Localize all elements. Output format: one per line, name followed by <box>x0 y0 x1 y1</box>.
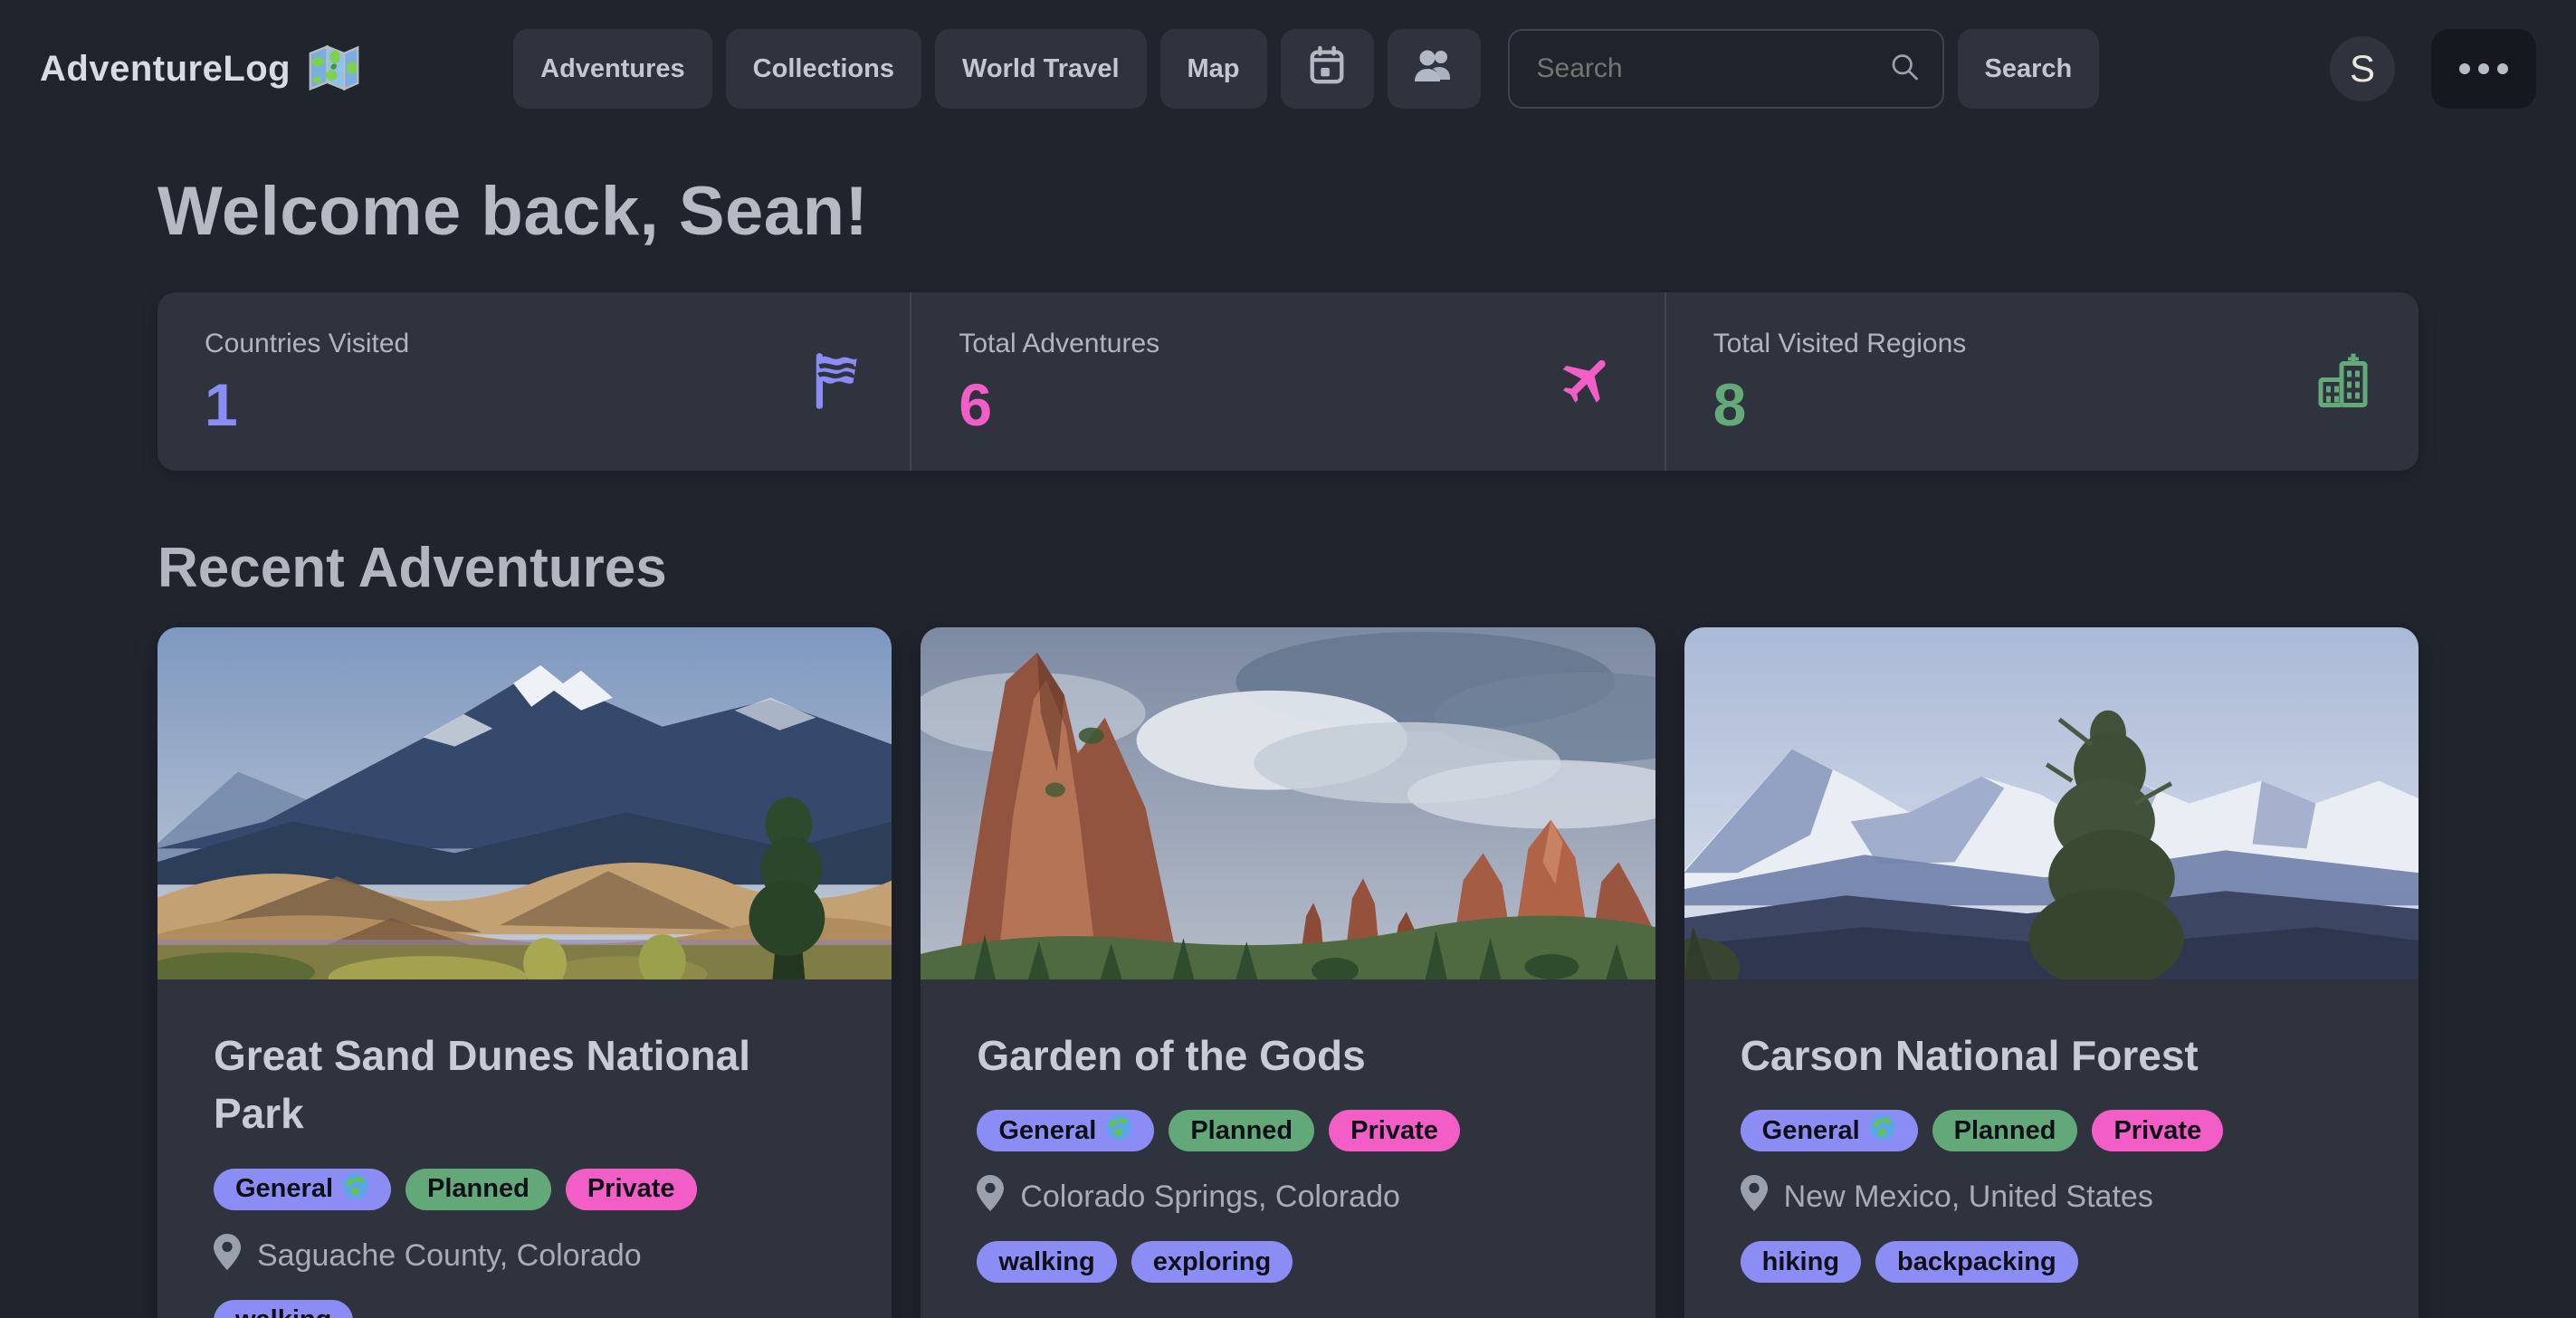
adventure-photo-dunes <box>157 627 892 979</box>
users-button[interactable] <box>1388 29 1481 109</box>
adventure-card-carson-national-forest[interactable]: Carson National Forest General <box>1684 627 2419 1318</box>
section-heading: Recent Adventures <box>157 536 2419 600</box>
app-logo[interactable]: AdventureLog <box>40 42 361 97</box>
location-pin-icon <box>214 1234 241 1278</box>
adventure-title: Garden of the Gods <box>977 1027 1598 1084</box>
nav-world-travel-button[interactable]: World Travel <box>935 29 1147 109</box>
stat-label: Total Visited Regions <box>1713 329 2371 359</box>
location-pin-icon <box>977 1175 1004 1219</box>
nav-map-button[interactable]: Map <box>1160 29 1267 109</box>
plane-icon <box>1558 349 1617 414</box>
activity-tag: hiking <box>1741 1241 1861 1283</box>
stat-value: 8 <box>1713 370 2371 439</box>
page-title: Welcome back, Sean! <box>157 172 2419 251</box>
ellipsis-icon <box>2459 63 2508 74</box>
adventure-title: Carson National Forest <box>1741 1027 2362 1084</box>
badge-private: Private <box>2092 1110 2223 1151</box>
search-button[interactable]: Search <box>1958 29 2100 109</box>
location-row: Saguache County, Colorado <box>214 1234 835 1278</box>
badge-general: General <box>1741 1110 1918 1151</box>
stat-countries-visited: Countries Visited 1 <box>157 292 910 471</box>
badge-private: Private <box>1329 1110 1460 1151</box>
badge-planned: Planned <box>405 1169 551 1210</box>
card-body: Great Sand Dunes National Park General <box>157 979 892 1318</box>
card-body: Garden of the Gods General <box>921 979 1655 1318</box>
stat-total-visited-regions: Total Visited Regions 8 <box>1665 292 2419 471</box>
badge-general: General <box>214 1169 391 1210</box>
stat-label: Countries Visited <box>205 329 863 359</box>
stats-panel: Countries Visited 1 Total Adventures 6 <box>157 292 2419 471</box>
location-text: New Mexico, United States <box>1784 1180 2153 1215</box>
activity-tag: walking <box>977 1241 1116 1283</box>
adventure-photo-carson <box>1684 627 2419 979</box>
nav-collections-button[interactable]: Collections <box>726 29 921 109</box>
map-logo-icon <box>307 42 361 97</box>
badge-row: General Planned Private <box>977 1110 1598 1151</box>
badge-planned: Planned <box>1932 1110 2078 1151</box>
tag-row: hiking backpacking <box>1741 1241 2362 1283</box>
avatar[interactable]: S <box>2330 36 2395 101</box>
stat-total-adventures: Total Adventures 6 <box>910 292 1664 471</box>
adventure-card-great-sand-dunes[interactable]: Great Sand Dunes National Park General <box>157 627 892 1318</box>
tag-row: walking exploring <box>977 1241 1598 1283</box>
globe-icon <box>342 1172 369 1207</box>
activity-tag: exploring <box>1131 1241 1293 1283</box>
badge-general: General <box>977 1110 1154 1151</box>
adventure-card-garden-of-the-gods[interactable]: Garden of the Gods General <box>921 627 1655 1318</box>
search-input[interactable] <box>1508 29 1944 109</box>
calendar-button[interactable] <box>1281 29 1374 109</box>
globe-icon <box>1105 1113 1132 1148</box>
search-icon <box>1888 51 1921 88</box>
stat-value: 6 <box>959 370 1617 439</box>
location-pin-icon <box>1741 1175 1768 1219</box>
badge-row: General Planned Private <box>1741 1110 2362 1151</box>
location-text: Colorado Springs, Colorado <box>1020 1180 1400 1215</box>
globe-icon <box>1869 1113 1896 1148</box>
adventure-photo-garden <box>921 627 1655 979</box>
city-icon <box>2314 349 2371 415</box>
activity-tag: walking <box>214 1300 353 1318</box>
navbar: AdventureLog Adventures Collections Worl… <box>0 0 2576 138</box>
activity-tag: backpacking <box>1875 1241 2078 1283</box>
adventure-card-grid: Great Sand Dunes National Park General <box>157 627 2419 1318</box>
app-title: AdventureLog <box>40 49 291 90</box>
location-text: Saguache County, Colorado <box>257 1238 642 1274</box>
badge-planned: Planned <box>1169 1110 1314 1151</box>
stat-label: Total Adventures <box>959 329 1617 359</box>
overflow-menu-button[interactable] <box>2431 29 2536 109</box>
adventure-title: Great Sand Dunes National Park <box>214 1027 835 1143</box>
main-content: Welcome back, Sean! Countries Visited 1 … <box>0 172 2576 1318</box>
tag-row: walking <box>214 1300 835 1318</box>
calendar-icon <box>1308 45 1346 92</box>
flag-icon <box>810 350 863 413</box>
nav-links: Adventures Collections World Travel Map <box>513 29 2099 109</box>
users-icon <box>1413 47 1455 91</box>
search-field-wrap <box>1494 29 1944 109</box>
badge-private: Private <box>566 1169 697 1210</box>
stat-value: 1 <box>205 370 863 439</box>
location-row: Colorado Springs, Colorado <box>977 1175 1598 1219</box>
card-body: Carson National Forest General <box>1684 979 2419 1318</box>
nav-adventures-button[interactable]: Adventures <box>513 29 712 109</box>
badge-row: General Planned Private <box>214 1169 835 1210</box>
location-row: New Mexico, United States <box>1741 1175 2362 1219</box>
